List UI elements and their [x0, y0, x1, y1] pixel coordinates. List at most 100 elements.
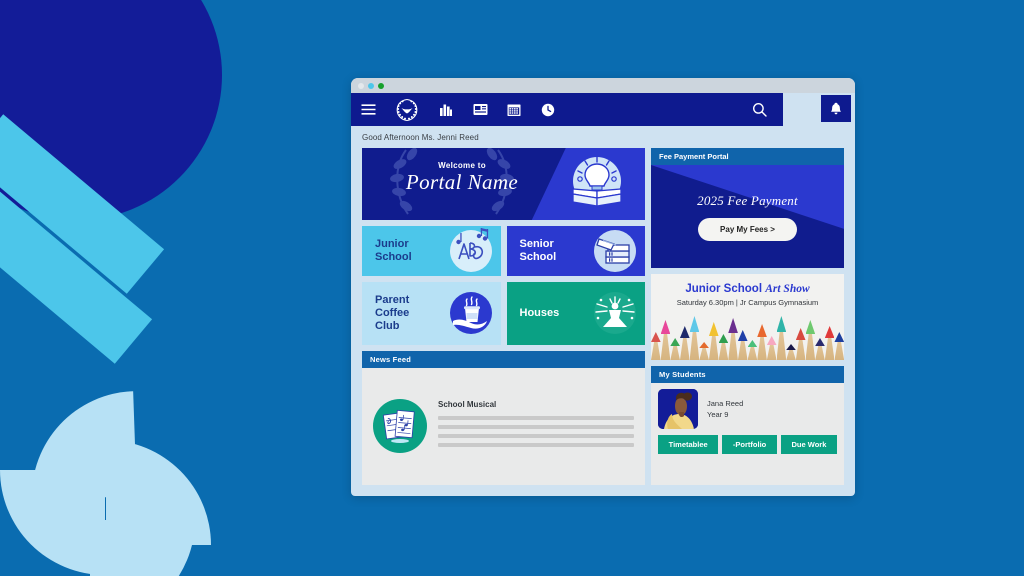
tile-houses-label: Houses	[519, 306, 560, 319]
my-students-body: Jana Reed Year 9 Timetablee -Portfolio D…	[651, 383, 844, 485]
pencil	[834, 316, 844, 360]
art-show-title-block: Junior School Art Show Saturday 6.30pm |…	[651, 274, 844, 307]
student-action-buttons: Timetablee -Portfolio Due Work	[658, 435, 837, 454]
student-row[interactable]: Jana Reed Year 9	[658, 389, 837, 429]
my-students-panel: My Students Jana Reed Year 9 Timetablee …	[651, 366, 844, 485]
student-info: Jana Reed Year 9	[707, 398, 743, 420]
search-icon[interactable]	[735, 93, 783, 126]
clock-icon[interactable]	[531, 93, 565, 126]
background-petal-bottom-right	[90, 520, 195, 576]
art-show-subtitle: Saturday 6.30pm | Jr Campus Gymnasium	[676, 298, 819, 307]
tile-junior-school-label: Junior School	[375, 238, 412, 264]
news-placeholder-line	[438, 434, 634, 439]
pencil	[660, 316, 671, 360]
pencil	[795, 316, 806, 360]
quick-link-tiles: Junior School Senior School Parent Coffe…	[362, 226, 645, 345]
tile-coffee-line3: Club	[375, 319, 400, 332]
tile-parent-coffee-club[interactable]: Parent Coffee Club	[362, 281, 501, 345]
pencil	[718, 316, 729, 360]
news-card-icon[interactable]	[463, 93, 497, 126]
nav-left-group	[351, 93, 565, 126]
sheet-music-icon	[373, 399, 427, 454]
notification-bell-icon[interactable]	[821, 95, 851, 122]
tile-junior-line2: School	[375, 250, 412, 263]
school-crest-logo[interactable]	[385, 93, 429, 126]
tile-junior-line1: Junior	[375, 237, 409, 250]
dashboard-left-column: Welcome to Portal Name Junior School Sen…	[362, 148, 645, 485]
welcome-banner-text: Welcome to Portal Name	[362, 161, 562, 195]
news-placeholder-line	[438, 443, 634, 448]
art-show-card[interactable]: Junior School Art Show Saturday 6.30pm |…	[651, 274, 844, 360]
books-stack-icon	[594, 229, 636, 272]
portal-name-title: Portal Name	[405, 170, 519, 194]
top-navigation-bar	[351, 93, 855, 126]
abc-music-icon	[449, 227, 492, 272]
art-show-title-italic: Art Show	[765, 283, 810, 295]
lightbulb-book-icon	[572, 156, 622, 207]
window-maximize-button[interactable]	[378, 82, 384, 89]
pencil	[757, 316, 767, 360]
pencil	[766, 316, 777, 360]
portfolio-button[interactable]: -Portfolio	[722, 435, 777, 454]
pencil	[708, 316, 719, 360]
notification-bell-container	[817, 93, 855, 126]
tile-senior-school-label: Senior School	[520, 238, 557, 264]
pencil	[737, 316, 748, 360]
pencil	[651, 316, 661, 360]
student-name: Jana Reed	[707, 399, 744, 408]
tile-parent-coffee-club-label: Parent Coffee Club	[375, 294, 409, 333]
art-show-title-plain: Junior School	[685, 283, 766, 295]
tile-coffee-line1: Parent	[375, 293, 410, 306]
pencil	[786, 316, 796, 360]
fee-payment-header: Fee Payment Portal	[651, 148, 844, 165]
pencil	[699, 316, 709, 360]
fee-payment-body: 2025 Fee Payment Pay My Fees >	[651, 165, 844, 268]
dashboard-grid: Welcome to Portal Name Junior School Sen…	[351, 148, 855, 496]
pencil	[670, 316, 680, 360]
fee-payment-panel: Fee Payment Portal 2025 Fee Payment Pay …	[651, 148, 844, 268]
nav-gap-separator	[783, 93, 817, 126]
my-students-header: My Students	[651, 366, 844, 383]
window-titlebar	[351, 78, 855, 93]
pencil	[689, 316, 700, 360]
welcome-banner[interactable]: Welcome to Portal Name	[362, 148, 645, 220]
window-close-button[interactable]	[358, 82, 364, 89]
pencil	[747, 316, 758, 360]
student-avatar	[658, 389, 698, 429]
dashboard-right-column: Fee Payment Portal 2025 Fee Payment Pay …	[651, 148, 844, 485]
fee-payment-title: 2025 Fee Payment	[697, 192, 798, 208]
greeting-text: Good Afternoon Ms. Jenni Reed	[362, 132, 479, 142]
pencil	[824, 316, 835, 360]
art-show-title: Junior School Art Show	[651, 283, 844, 295]
timetable-button[interactable]: Timetablee	[658, 435, 719, 454]
news-placeholder-line	[438, 416, 634, 421]
news-feed-header: News Feed	[362, 350, 645, 368]
pencil	[679, 316, 690, 360]
tile-senior-line1: Senior	[519, 237, 554, 250]
pencil	[805, 316, 816, 360]
coffee-hand-icon	[449, 292, 492, 335]
news-feed-panel: News Feed School Musical	[362, 350, 645, 486]
tile-junior-school[interactable]: Junior School	[362, 226, 501, 276]
pencil	[815, 316, 825, 360]
bar-chart-icon[interactable]	[429, 93, 463, 126]
calendar-icon[interactable]	[497, 93, 531, 126]
tile-houses[interactable]: Houses	[506, 281, 645, 345]
houses-crest-icon	[594, 292, 636, 335]
due-work-button[interactable]: Due Work	[780, 435, 837, 454]
news-feed-content: School Musical	[438, 400, 634, 452]
student-year: Year 9	[707, 410, 729, 419]
tile-senior-school[interactable]: Senior School	[506, 226, 645, 276]
news-feed-body[interactable]: School Musical	[362, 368, 645, 486]
welcome-subtitle: Welcome to	[438, 161, 486, 170]
window-minimize-button[interactable]	[368, 82, 374, 89]
hamburger-menu-icon[interactable]	[351, 93, 385, 126]
news-item-title: School Musical	[438, 400, 497, 410]
tile-senior-line2: School	[519, 250, 557, 263]
pay-my-fees-button[interactable]: Pay My Fees >	[698, 217, 797, 241]
pencil	[728, 316, 738, 360]
pencil	[776, 316, 787, 360]
tile-coffee-line2: Coffee	[375, 306, 410, 319]
browser-window: Good Afternoon Ms. Jenni Reed Welcome to…	[351, 78, 855, 496]
colored-pencils-image	[651, 316, 844, 360]
